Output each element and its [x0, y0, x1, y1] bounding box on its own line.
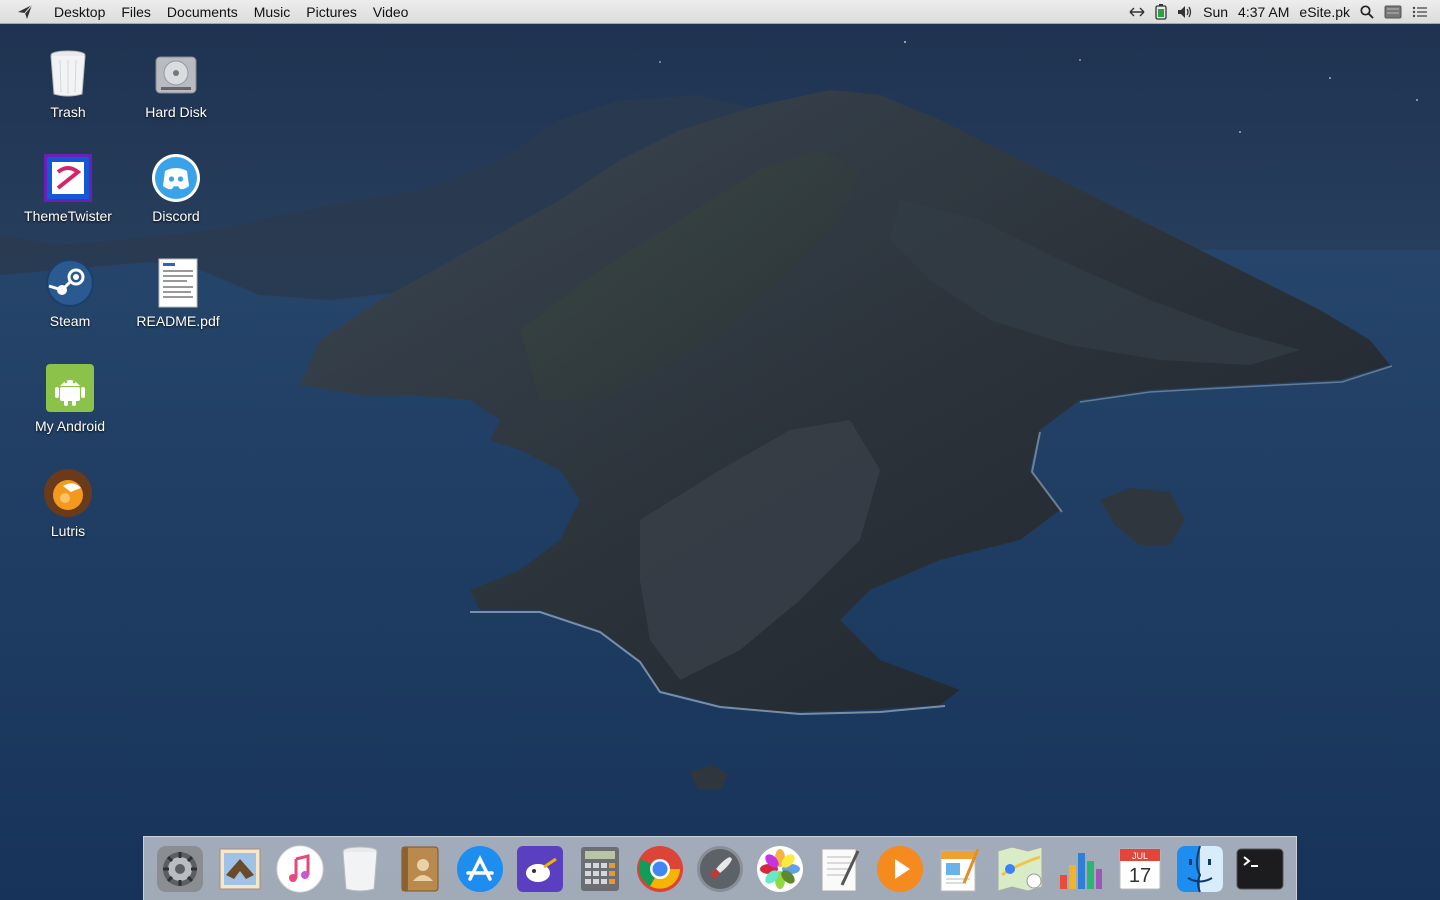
mail-icon: [219, 848, 261, 889]
hard-disk-icon: [150, 48, 202, 100]
dock-app-store[interactable]: [454, 843, 506, 895]
dock-calendar[interactable]: JUL 17: [1114, 843, 1166, 895]
menu-files[interactable]: Files: [113, 0, 159, 24]
app-menu-bird-icon[interactable]: [16, 3, 34, 21]
menu-pictures[interactable]: Pictures: [298, 0, 365, 24]
gimp-icon: [517, 845, 563, 892]
music-icon: [276, 845, 324, 892]
dock-text-editor[interactable]: [814, 843, 866, 895]
desktop-icon-lutris[interactable]: Lutris: [18, 467, 118, 539]
numbers-icon: [1060, 852, 1102, 889]
clock-time[interactable]: 4:37 AM: [1233, 0, 1294, 24]
desktop-icon-steam[interactable]: Steam: [20, 257, 120, 329]
calendar-icon: JUL 17: [1119, 848, 1161, 889]
desktop-icon-my-android[interactable]: My Android: [20, 362, 120, 434]
system-preferences-icon: [157, 845, 203, 892]
dock-trash[interactable]: [334, 843, 386, 895]
launchpad-icon: [697, 845, 743, 892]
android-icon: [44, 362, 96, 414]
dock-calculator[interactable]: [574, 843, 626, 895]
pdf-document-icon: [152, 257, 204, 309]
trash-icon: [42, 48, 94, 100]
dock-photos[interactable]: [754, 843, 806, 895]
battery-icon[interactable]: [1155, 0, 1167, 24]
keyboard-icon[interactable]: [1384, 0, 1402, 24]
clock-day[interactable]: Sun: [1198, 0, 1233, 24]
calculator-icon: [581, 846, 619, 891]
steam-icon: [44, 257, 96, 309]
lutris-icon: [42, 467, 94, 519]
site-label[interactable]: eSite.pk: [1294, 0, 1355, 24]
discord-icon: [150, 152, 202, 204]
desktop-icon-label: Discord: [152, 208, 200, 224]
menu-bar: Desktop Files Documents Music Pictures V…: [0, 0, 1440, 24]
desktop-icon-label: README.pdf: [136, 313, 220, 329]
dock-numbers[interactable]: [1054, 843, 1106, 895]
dock-gimp[interactable]: [514, 843, 566, 895]
terminal-icon: [1236, 848, 1284, 889]
desktop-wallpaper: [0, 0, 1440, 900]
dock-chrome[interactable]: [634, 843, 686, 895]
menu-desktop[interactable]: Desktop: [46, 0, 113, 24]
dock-media-player[interactable]: [874, 843, 926, 895]
dock-finder[interactable]: [1174, 843, 1226, 895]
desktop-icon-themetwister[interactable]: ThemeTwister: [18, 152, 118, 224]
menu-documents[interactable]: Documents: [159, 0, 246, 24]
dock: JUL 17: [143, 836, 1297, 900]
desktop-icon-readme[interactable]: README.pdf: [128, 257, 228, 329]
volume-icon[interactable]: [1177, 0, 1193, 24]
desktop-icon-label: Hard Disk: [145, 104, 207, 120]
trash-icon: [342, 846, 378, 891]
media-player-icon: [877, 845, 923, 892]
dock-contacts[interactable]: [394, 843, 446, 895]
dock-pages[interactable]: [934, 843, 986, 895]
pages-icon: [940, 847, 980, 891]
network-icon[interactable]: [1129, 0, 1145, 24]
dock-maps[interactable]: [994, 843, 1046, 895]
calendar-day: 17: [1129, 865, 1151, 887]
search-icon[interactable]: [1360, 0, 1374, 24]
contacts-icon: [401, 846, 439, 891]
desktop-icon-label: Steam: [49, 313, 91, 329]
desktop-icon-discord[interactable]: Discord: [126, 152, 226, 224]
finder-icon: [1177, 845, 1223, 892]
desktop-icon-hard-disk[interactable]: Hard Disk: [126, 48, 226, 120]
dock-music[interactable]: [274, 843, 326, 895]
desktop-icon-label: ThemeTwister: [24, 208, 112, 224]
themetwister-icon: [42, 152, 94, 204]
menu-video[interactable]: Video: [365, 0, 417, 24]
text-editor-icon: [821, 848, 860, 891]
desktop-icon-label: My Android: [34, 418, 106, 434]
system-tray: Sun 4:37 AM eSite.pk: [1124, 0, 1440, 24]
dock-terminal[interactable]: [1234, 843, 1286, 895]
dock-system-preferences[interactable]: [154, 843, 206, 895]
photos-icon: [757, 845, 803, 892]
notifications-list-icon[interactable]: [1412, 0, 1428, 24]
dock-launchpad[interactable]: [694, 843, 746, 895]
desktop-icon-label: Trash: [50, 104, 86, 120]
menu-music[interactable]: Music: [246, 0, 299, 24]
dock-mail[interactable]: [214, 843, 266, 895]
desktop-icon-label: Lutris: [50, 523, 86, 539]
maps-icon: [997, 845, 1043, 892]
app-store-icon: [457, 845, 503, 892]
desktop-icon-trash[interactable]: Trash: [18, 48, 118, 120]
calendar-month: JUL: [1132, 851, 1148, 861]
chrome-icon: [637, 845, 683, 892]
